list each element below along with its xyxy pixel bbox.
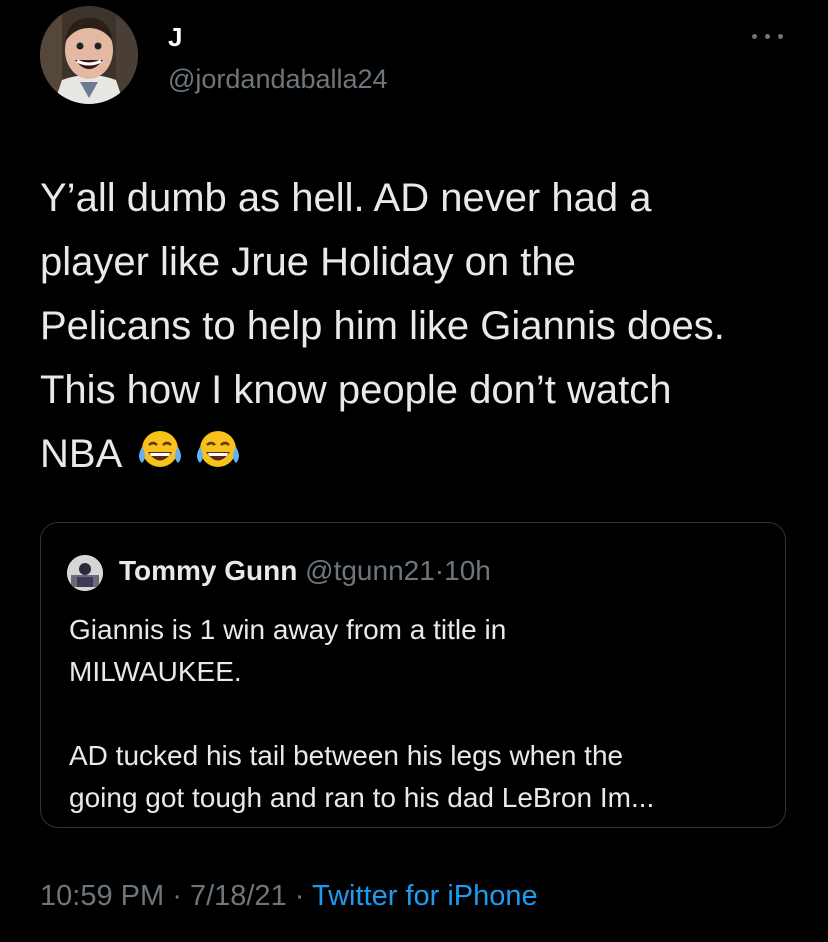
display-name[interactable]: J (168, 22, 183, 53)
ellipsis-icon[interactable] (748, 24, 788, 48)
quoted-header: Tommy Gunn @tgunn21·10h (119, 555, 491, 587)
tears-of-joy-emoji-icon (139, 431, 181, 467)
quoted-display-name: Tommy Gunn (119, 555, 298, 586)
quoted-profile-photo (67, 555, 103, 591)
separator-dot: · (172, 880, 182, 912)
source-link[interactable]: Twitter for iPhone (312, 880, 538, 912)
quoted-tweet-text: Giannis is 1 win away from a title in MI… (69, 614, 655, 813)
tears-of-joy-emoji-icon (197, 431, 239, 467)
quoted-timestamp: 10h (444, 555, 491, 586)
tweet-date: 7/18/21 (189, 880, 287, 912)
emoji-row (136, 427, 242, 475)
profile-photo (40, 6, 138, 104)
avatar[interactable] (40, 6, 138, 104)
tweet-metadata: 10:59 PM · 7/18/21 · Twitter for iPhone (40, 880, 538, 913)
separator-dot: · (294, 880, 305, 912)
quoted-avatar[interactable] (67, 555, 103, 591)
quoted-tweet-card[interactable]: Tommy Gunn @tgunn21·10h Giannis is 1 win… (40, 522, 786, 828)
quoted-handle: @tgunn21 (305, 555, 435, 586)
separator-dot: · (434, 555, 445, 586)
user-handle[interactable]: @jordandaballa24 (168, 64, 388, 95)
tweet-time: 10:59 PM (40, 880, 165, 912)
